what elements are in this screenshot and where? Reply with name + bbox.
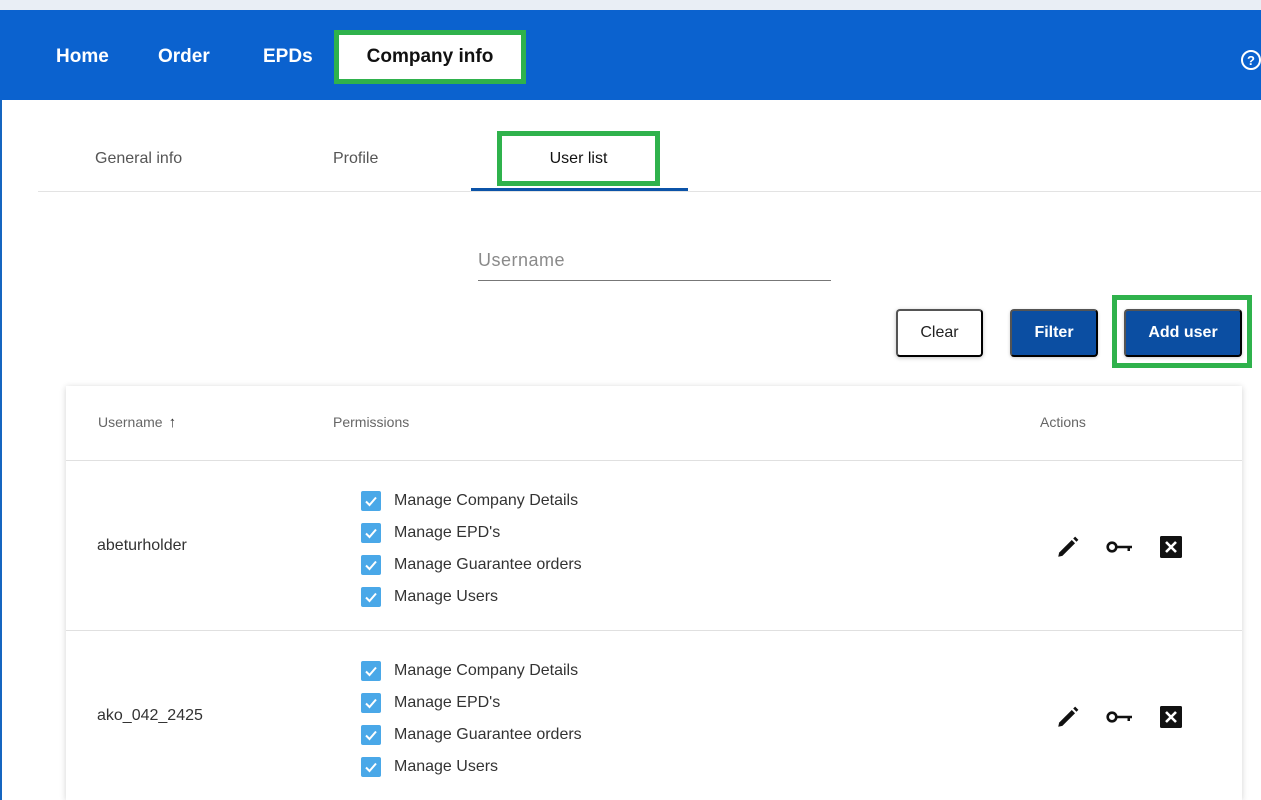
- add-user-button[interactable]: Add user: [1124, 309, 1242, 357]
- permission-item: Manage Company Details: [361, 485, 582, 517]
- permission-item: Manage Company Details: [361, 655, 582, 687]
- check-icon: [365, 762, 377, 773]
- filter-button[interactable]: Filter: [1010, 309, 1098, 357]
- tab-profile[interactable]: Profile: [333, 150, 378, 168]
- permission-item: Manage EPD's: [361, 517, 582, 549]
- delete-box-icon[interactable]: [1160, 536, 1182, 558]
- check-icon: [365, 528, 377, 539]
- table-row: abeturholder Manage Company Details Mana…: [66, 461, 1242, 631]
- permission-checkbox[interactable]: [361, 555, 381, 575]
- arrow-up-icon: ↑: [168, 413, 177, 431]
- check-icon: [365, 698, 377, 709]
- key-icon[interactable]: [1106, 533, 1134, 561]
- nav-company-info[interactable]: Company info: [334, 30, 526, 84]
- permission-item: Manage EPD's: [361, 687, 582, 719]
- nav-epds[interactable]: EPDs: [263, 46, 313, 68]
- row-actions: [1054, 533, 1182, 561]
- permission-label: Manage Users: [394, 588, 499, 605]
- permission-list: Manage Company Details Manage EPD's Mana…: [361, 655, 582, 783]
- column-header-username-label: Username: [98, 414, 163, 430]
- permission-checkbox[interactable]: [361, 757, 381, 777]
- key-icon[interactable]: [1106, 703, 1134, 731]
- top-nav-bar: Home Order EPDs Company info ?: [0, 0, 1261, 100]
- username-cell: ako_042_2425: [97, 707, 203, 724]
- user-table: Username ↑ Permissions Actions abeturhol…: [66, 386, 1242, 800]
- permission-checkbox[interactable]: [361, 661, 381, 681]
- permission-label: Manage EPD's: [394, 694, 501, 711]
- permission-label: Manage EPD's: [394, 524, 501, 541]
- permission-checkbox[interactable]: [361, 491, 381, 511]
- permission-label: Manage Users: [394, 758, 499, 775]
- tab-general-info[interactable]: General info: [95, 150, 182, 168]
- permission-item: Manage Users: [361, 751, 582, 783]
- column-header-permissions: Permissions: [333, 414, 410, 430]
- row-actions: [1054, 703, 1182, 731]
- column-header-username[interactable]: Username ↑: [98, 414, 176, 430]
- check-icon: [365, 592, 377, 603]
- tab-user-list-label: User list: [549, 149, 608, 167]
- permission-list: Manage Company Details Manage EPD's Mana…: [361, 485, 582, 613]
- pencil-icon[interactable]: [1054, 533, 1082, 561]
- tab-user-list[interactable]: User list: [497, 131, 660, 186]
- check-icon: [365, 666, 377, 677]
- username-cell: abeturholder: [97, 537, 187, 554]
- permission-checkbox[interactable]: [361, 523, 381, 543]
- check-icon: [365, 730, 377, 741]
- window-left-border: [0, 0, 2, 800]
- pencil-icon[interactable]: [1054, 703, 1082, 731]
- permission-label: Manage Guarantee orders: [394, 726, 582, 743]
- username-search-input[interactable]: [478, 245, 831, 281]
- permission-label: Manage Company Details: [394, 492, 579, 509]
- company-info-tabs: General info Profile User list: [38, 100, 1261, 192]
- permission-checkbox[interactable]: [361, 725, 381, 745]
- permission-item: Manage Guarantee orders: [361, 719, 582, 751]
- delete-box-icon[interactable]: [1160, 706, 1182, 728]
- permission-label: Manage Company Details: [394, 662, 579, 679]
- question-circle-icon[interactable]: ?: [1241, 50, 1261, 70]
- nav-home[interactable]: Home: [56, 46, 109, 68]
- clear-button[interactable]: Clear: [896, 309, 983, 357]
- nav-company-info-label: Company info: [366, 46, 494, 67]
- check-icon: [365, 496, 377, 507]
- permission-checkbox[interactable]: [361, 587, 381, 607]
- permission-item: Manage Users: [361, 581, 582, 613]
- check-icon: [365, 560, 377, 571]
- column-header-actions: Actions: [1040, 414, 1086, 430]
- permission-checkbox[interactable]: [361, 693, 381, 713]
- table-row: ako_042_2425 Manage Company Details Mana…: [66, 631, 1242, 800]
- table-header: Username ↑ Permissions Actions: [66, 386, 1242, 461]
- permission-label: Manage Guarantee orders: [394, 556, 582, 573]
- permission-item: Manage Guarantee orders: [361, 549, 582, 581]
- active-tab-indicator: [471, 188, 688, 191]
- nav-order[interactable]: Order: [158, 46, 210, 68]
